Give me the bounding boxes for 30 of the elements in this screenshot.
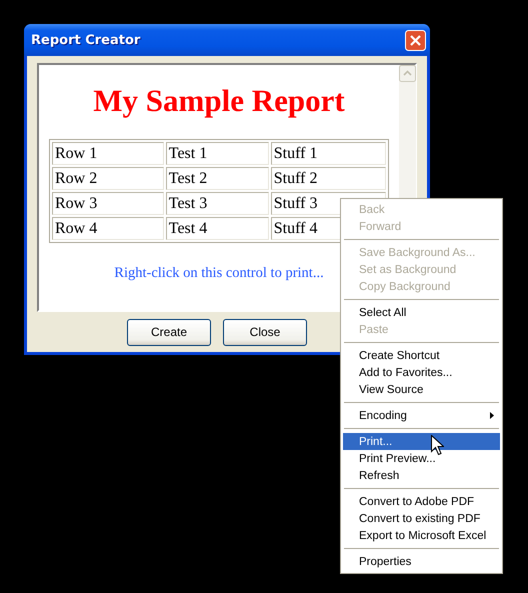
menu-item[interactable]: Create Shortcut	[343, 347, 500, 364]
menu-item[interactable]: Print Preview...	[343, 450, 500, 467]
scroll-up-icon[interactable]	[399, 65, 416, 82]
close-icon[interactable]	[405, 30, 426, 50]
table-cell: Test 4	[166, 217, 269, 240]
menu-item[interactable]: Convert to existing PDF	[343, 510, 500, 527]
menu-item[interactable]: Add to Favorites...	[343, 364, 500, 381]
menu-item[interactable]: Print...	[343, 433, 500, 450]
table-cell: Row 4	[52, 217, 164, 240]
table-cell: Stuff 1	[270, 142, 386, 165]
menu-item[interactable]: View Source	[343, 381, 500, 398]
dialog-button[interactable]: Create	[127, 318, 211, 346]
menu-item[interactable]: Convert to Adobe PDF	[343, 493, 500, 510]
report-heading: My Sample Report	[93, 82, 345, 119]
table-cell: Row 1	[52, 142, 164, 165]
table-cell: Row 3	[52, 192, 164, 215]
window-title: Report Creator	[31, 32, 140, 48]
table-cell: Stuff 2	[270, 167, 386, 190]
table-cell: Test 1	[166, 142, 269, 165]
table-cell: Test 3	[166, 192, 269, 215]
dialog-button[interactable]: Close	[223, 318, 307, 346]
print-hint: Right-click on this control to print...	[114, 265, 324, 282]
menu-item[interactable]: Properties	[343, 553, 500, 570]
menu-item[interactable]: Encoding	[343, 407, 500, 424]
submenu-arrow-icon	[490, 412, 494, 419]
menu-item[interactable]: Export to Microsoft Excel	[343, 527, 500, 544]
menu-item[interactable]: Select All	[343, 304, 500, 321]
table-cell: Test 2	[166, 167, 269, 190]
table-cell: Row 2	[52, 167, 164, 190]
menu-item[interactable]: Refresh	[343, 467, 500, 484]
